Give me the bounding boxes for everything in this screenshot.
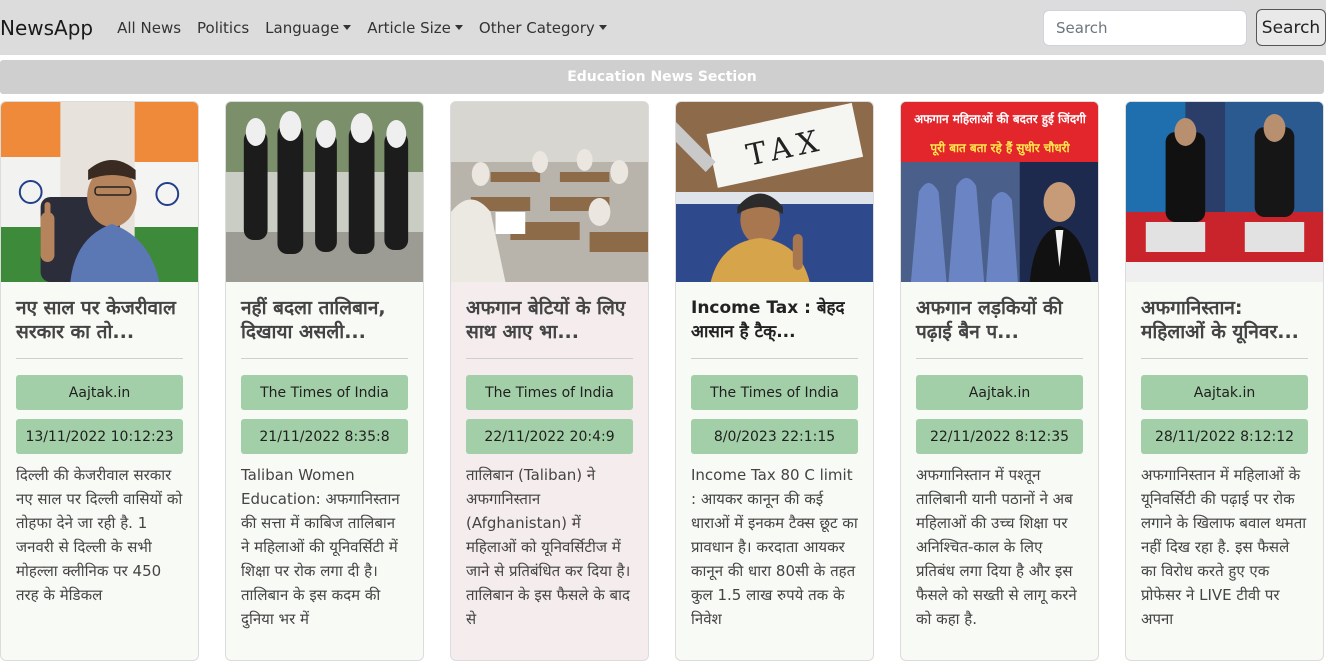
card-body: नए साल पर केजरीवाल सरकार का तो... Aajtak…	[1, 282, 198, 607]
card-description: दिल्ली की केजरीवाल सरकार नए साल पर दिल्ल…	[16, 466, 183, 604]
card-description: तालिबान (Taliban) ने अफगानिस्तान (Afghan…	[466, 466, 631, 628]
search-button[interactable]: Search	[1256, 9, 1326, 46]
date-badge: 22/11/2022 20:4:9	[466, 419, 633, 454]
card-title[interactable]: अफगानिस्तान: महिलाओं के यूनिवर...	[1141, 296, 1308, 344]
nav-link-all-news[interactable]: All News	[117, 19, 181, 37]
news-thumbnail[interactable]	[1, 102, 198, 282]
news-card[interactable]: अफगानिस्तान: महिलाओं के यूनिवर... Aajtak…	[1125, 101, 1324, 661]
nav-dropdown-language-label: Language	[265, 18, 340, 37]
card-description: Income Tax 80 C limit : आयकर कानून की कई…	[691, 466, 858, 628]
news-card[interactable]: नए साल पर केजरीवाल सरकार का तो... Aajtak…	[0, 101, 199, 661]
date-badge: 28/11/2022 8:12:12	[1141, 419, 1308, 454]
brand-logo[interactable]: NewsApp	[0, 16, 93, 40]
news-thumbnail[interactable]: TAX	[676, 102, 873, 282]
news-card[interactable]: नहीं बदला तालिबान, दिखाया असली... The Ti…	[225, 101, 424, 661]
news-thumbnail[interactable]: अफगान महिलाओं की बदतर हुई जिंदगी पूरी बा…	[901, 102, 1098, 282]
card-body: अफगानिस्तान: महिलाओं के यूनिवर... Aajtak…	[1126, 282, 1323, 631]
thumbnail-caption-line-1: अफगान महिलाओं की बदतर हुई जिंदगी	[914, 111, 1087, 128]
card-title[interactable]: Income Tax : बेहद आसान है टैक्...	[691, 296, 858, 344]
nav-dropdown-other-category[interactable]: Other Category	[479, 19, 607, 37]
card-body: अफगान लड़कियों की पढ़ाई बैन प... Aajtak.…	[901, 282, 1098, 631]
top-navbar: NewsApp All News Politics Language Artic…	[0, 0, 1326, 55]
card-body: Income Tax : बेहद आसान है टैक्... The Ti…	[676, 282, 873, 631]
nav-dropdown-article-size-label: Article Size	[367, 18, 451, 37]
section-header: Education News Section	[0, 60, 1324, 94]
card-title[interactable]: अफगान बेटियों के लिए साथ आए भा...	[466, 296, 633, 344]
nav-dropdown-other-category-label: Other Category	[478, 18, 595, 37]
card-description: अफगानिस्तान में पश्तून तालिबानी यानी पठा…	[916, 466, 1077, 628]
date-badge: 8/0/2023 22:1:15	[691, 419, 858, 454]
caret-down-icon	[598, 25, 607, 30]
nav-link-politics[interactable]: Politics	[197, 19, 249, 37]
card-divider	[916, 358, 1083, 359]
card-divider	[691, 358, 858, 359]
nav-dropdown-article-size[interactable]: Article Size	[367, 19, 463, 37]
card-title[interactable]: नहीं बदला तालिबान, दिखाया असली...	[241, 296, 408, 344]
date-badge: 21/11/2022 8:35:8	[241, 419, 408, 454]
card-divider	[241, 358, 408, 359]
source-badge: Aajtak.in	[1141, 375, 1308, 410]
card-body: अफगान बेटियों के लिए साथ आए भा... The Ti…	[451, 282, 648, 631]
caret-down-icon	[343, 25, 352, 30]
news-card[interactable]: अफगान बेटियों के लिए साथ आए भा... The Ti…	[450, 101, 649, 661]
card-divider	[16, 358, 183, 359]
news-card-grid: नए साल पर केजरीवाल सरकार का तो... Aajtak…	[0, 101, 1326, 661]
source-badge: The Times of India	[241, 375, 408, 410]
news-thumbnail[interactable]	[226, 102, 423, 282]
date-badge: 22/11/2022 8:12:35	[916, 419, 1083, 454]
caret-down-icon	[454, 25, 463, 30]
nav-dropdown-language[interactable]: Language	[265, 18, 352, 37]
news-thumbnail[interactable]	[1126, 102, 1323, 282]
card-body: नहीं बदला तालिबान, दिखाया असली... The Ti…	[226, 282, 423, 631]
thumbnail-caption-line-2: पूरी बात बता रहे हैं सुधीर चौधरी	[929, 141, 1070, 156]
card-divider	[466, 358, 633, 359]
source-badge: Aajtak.in	[916, 375, 1083, 410]
source-badge: Aajtak.in	[16, 375, 183, 410]
search-form: Search	[1043, 9, 1326, 46]
source-badge: The Times of India	[691, 375, 858, 410]
news-thumbnail[interactable]	[451, 102, 648, 282]
search-input[interactable]	[1043, 9, 1247, 46]
news-card[interactable]: TAX Income Tax : बेहद आसान है टैक्... Th…	[675, 101, 874, 661]
card-description: Taliban Women Education: अफगानिस्तान की …	[241, 466, 400, 628]
card-title[interactable]: अफगान लड़कियों की पढ़ाई बैन प...	[916, 296, 1083, 344]
news-card[interactable]: अफगान महिलाओं की बदतर हुई जिंदगी पूरी बा…	[900, 101, 1099, 661]
card-title[interactable]: नए साल पर केजरीवाल सरकार का तो...	[16, 296, 183, 344]
card-divider	[1141, 358, 1308, 359]
section-title: Education News Section	[567, 69, 757, 85]
card-description: अफगानिस्तान में महिलाओं के यूनिवर्सिटी क…	[1141, 466, 1307, 628]
date-badge: 13/11/2022 10:12:23	[16, 419, 183, 454]
source-badge: The Times of India	[466, 375, 633, 410]
